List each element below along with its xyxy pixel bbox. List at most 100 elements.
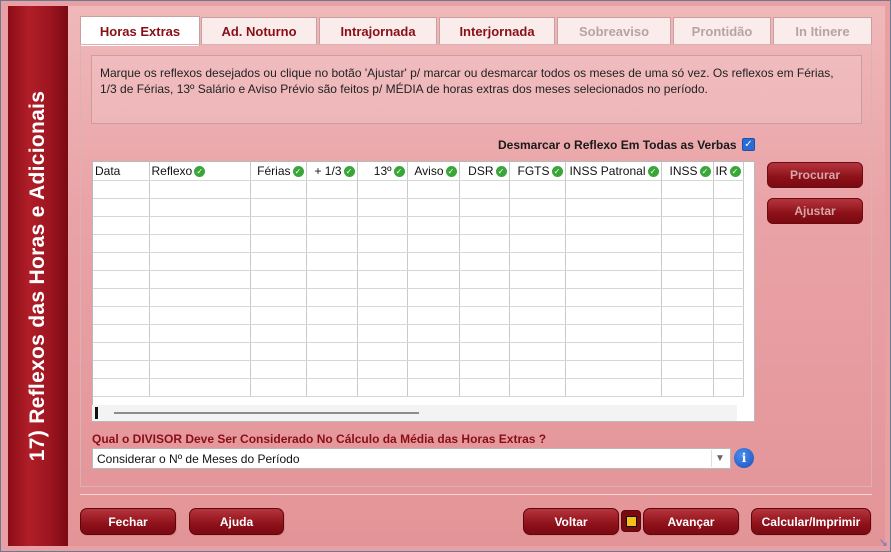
table-cell[interactable] — [407, 198, 460, 217]
table-cell[interactable] — [306, 288, 358, 307]
table-cell[interactable] — [407, 288, 460, 307]
table-row[interactable] — [93, 198, 744, 217]
ajuda-button[interactable]: Ajuda — [189, 508, 284, 535]
table-cell[interactable] — [357, 306, 408, 325]
check-circle-icon[interactable]: ✓ — [647, 166, 659, 178]
table-cell[interactable] — [509, 270, 566, 289]
table-cell[interactable] — [661, 378, 714, 397]
table-cell[interactable] — [250, 342, 307, 361]
table-cell[interactable] — [357, 342, 408, 361]
fechar-button[interactable]: Fechar — [80, 508, 176, 535]
table-cell[interactable] — [250, 234, 307, 253]
table-row[interactable] — [93, 378, 744, 397]
table-cell[interactable] — [306, 324, 358, 343]
table-row[interactable] — [93, 288, 744, 307]
column-header-fgts[interactable]: FGTS ✓ — [509, 162, 566, 181]
table-cell[interactable] — [149, 360, 251, 379]
table-cell[interactable] — [357, 360, 408, 379]
table-cell[interactable] — [565, 342, 662, 361]
table-cell[interactable] — [509, 342, 566, 361]
table-cell[interactable] — [713, 306, 744, 325]
table-cell[interactable] — [149, 288, 251, 307]
desmarcar-checkbox[interactable]: ✓ — [742, 138, 755, 151]
table-cell[interactable] — [407, 360, 460, 379]
table-cell[interactable] — [357, 378, 408, 397]
table-cell[interactable] — [713, 360, 744, 379]
table-row[interactable] — [93, 180, 744, 199]
tab-ad-noturno[interactable]: Ad. Noturno — [201, 17, 317, 45]
info-icon[interactable]: i — [734, 448, 754, 468]
table-cell[interactable] — [306, 180, 358, 199]
table-cell[interactable] — [93, 360, 150, 379]
tab-interjornada[interactable]: Interjornada — [439, 17, 555, 45]
table-cell[interactable] — [565, 198, 662, 217]
table-cell[interactable] — [250, 252, 307, 271]
table-cell[interactable] — [149, 234, 251, 253]
table-cell[interactable] — [93, 288, 150, 307]
table-cell[interactable] — [459, 252, 510, 271]
table-cell[interactable] — [149, 324, 251, 343]
table-cell[interactable] — [661, 216, 714, 235]
table-cell[interactable] — [407, 234, 460, 253]
table-cell[interactable] — [459, 306, 510, 325]
table-cell[interactable] — [357, 180, 408, 199]
column-header-ferias[interactable]: Férias ✓ — [250, 162, 307, 181]
column-header-dsr[interactable]: DSR ✓ — [459, 162, 510, 181]
table-cell[interactable] — [565, 360, 662, 379]
table-cell[interactable] — [509, 288, 566, 307]
table-cell[interactable] — [661, 198, 714, 217]
table-cell[interactable] — [93, 342, 150, 361]
table-cell[interactable] — [661, 288, 714, 307]
table-cell[interactable] — [306, 234, 358, 253]
table-cell[interactable] — [565, 288, 662, 307]
table-cell[interactable] — [661, 270, 714, 289]
table-cell[interactable] — [357, 198, 408, 217]
check-circle-icon[interactable]: ✓ — [445, 166, 457, 178]
table-cell[interactable] — [306, 216, 358, 235]
table-cell[interactable] — [713, 270, 744, 289]
table-cell[interactable] — [509, 324, 566, 343]
table-cell[interactable] — [93, 378, 150, 397]
table-cell[interactable] — [149, 216, 251, 235]
check-circle-icon[interactable]: ✓ — [699, 166, 711, 178]
table-cell[interactable] — [661, 324, 714, 343]
table-cell[interactable] — [661, 252, 714, 271]
table-cell[interactable] — [713, 216, 744, 235]
table-cell[interactable] — [407, 216, 460, 235]
resize-grip-icon[interactable]: ↘ — [879, 536, 888, 549]
table-row[interactable] — [93, 270, 744, 289]
column-header-inss-patronal[interactable]: INSS Patronal ✓ — [565, 162, 662, 181]
table-cell[interactable] — [250, 360, 307, 379]
table-cell[interactable] — [149, 180, 251, 199]
table-cell[interactable] — [407, 180, 460, 199]
table-cell[interactable] — [149, 342, 251, 361]
table-cell[interactable] — [713, 198, 744, 217]
table-cell[interactable] — [93, 198, 150, 217]
table-cell[interactable] — [306, 306, 358, 325]
table-cell[interactable] — [509, 252, 566, 271]
table-cell[interactable] — [509, 180, 566, 199]
table-row[interactable] — [93, 360, 744, 379]
table-cell[interactable] — [357, 288, 408, 307]
table-cell[interactable] — [459, 180, 510, 199]
table-cell[interactable] — [407, 342, 460, 361]
table-row[interactable] — [93, 252, 744, 271]
tab-intrajornada[interactable]: Intrajornada — [319, 17, 437, 45]
table-cell[interactable] — [509, 378, 566, 397]
table-cell[interactable] — [250, 198, 307, 217]
table-cell[interactable] — [713, 234, 744, 253]
column-header-inss[interactable]: INSS ✓ — [661, 162, 714, 181]
table-cell[interactable] — [93, 306, 150, 325]
table-row[interactable] — [93, 342, 744, 361]
table-cell[interactable] — [713, 252, 744, 271]
table-cell[interactable] — [93, 324, 150, 343]
table-cell[interactable] — [565, 270, 662, 289]
table-cell[interactable] — [661, 360, 714, 379]
table-cell[interactable] — [250, 270, 307, 289]
table-cell[interactable] — [565, 324, 662, 343]
table-cell[interactable] — [306, 342, 358, 361]
table-cell[interactable] — [93, 252, 150, 271]
table-cell[interactable] — [459, 234, 510, 253]
table-cell[interactable] — [357, 270, 408, 289]
table-cell[interactable] — [250, 180, 307, 199]
